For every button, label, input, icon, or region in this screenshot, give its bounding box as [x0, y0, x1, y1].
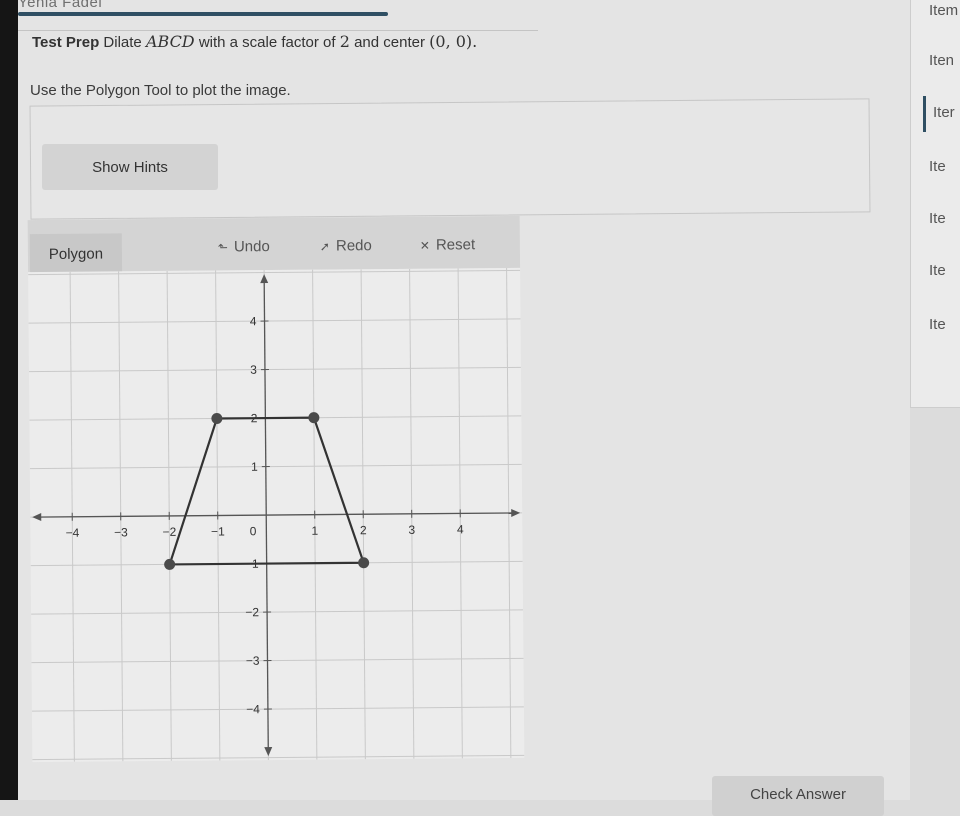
y-axis-arrow-up [260, 274, 268, 283]
check-answer-button[interactable]: Check Answer [712, 776, 884, 816]
grid-line-horizontal [28, 270, 520, 274]
grid-line-horizontal [29, 367, 521, 371]
user-name: Yehia Fadel [18, 0, 102, 11]
y-tick-label: −2 [245, 605, 259, 619]
sidebar-item[interactable]: Iter [933, 104, 955, 121]
x-axis-arrow-left [32, 513, 41, 521]
progress-track [18, 30, 538, 31]
coordinate-grid[interactable]: −4−3−2−11234−4−3−2−112340 [28, 268, 524, 762]
scale-factor: 2 [340, 32, 350, 51]
y-tick-label: 3 [250, 363, 257, 377]
grid-line-horizontal [32, 658, 524, 662]
x-tick-label: −2 [162, 525, 176, 539]
x-axis-arrow-right [511, 509, 520, 517]
y-tick-label: 1 [251, 460, 258, 474]
y-tick-label: −3 [246, 654, 260, 668]
y-tick-label: −4 [246, 702, 260, 716]
undo-label: Undo [234, 238, 270, 255]
sidebar-item[interactable]: Item [929, 2, 958, 19]
reset-button[interactable]: ✕ Reset [420, 236, 475, 253]
polygon-vertex-point [164, 559, 175, 570]
x-axis [34, 513, 514, 517]
polygon-vertex-point [358, 557, 369, 568]
x-tick-label: 3 [408, 523, 415, 537]
graphing-tool: Polygon ⬑ Undo ➚ Redo ✕ Reset −4 −3 −2 −1 1 2 3 4 −… [28, 216, 525, 762]
redo-arrow-icon: ➚ [320, 240, 330, 254]
grid-line-horizontal [31, 610, 523, 614]
x-tick-label: −1 [211, 524, 225, 538]
graph-toolbar: Polygon ⬑ Undo ➚ Redo ✕ Reset [28, 216, 520, 272]
dilation-center: (0, 0) [429, 32, 472, 51]
redo-button[interactable]: ➚ Redo [320, 237, 372, 254]
x-tick-label: −3 [114, 525, 128, 539]
x-tick-label: 1 [311, 524, 318, 538]
origin-label: 0 [250, 524, 257, 538]
instruction-text: Use the Polygon Tool to plot the image. [30, 82, 291, 99]
grid-line-horizontal [30, 464, 522, 468]
question-prefix: Test Prep [32, 34, 99, 51]
sidebar-item[interactable]: Ite [929, 210, 946, 227]
undo-button[interactable]: ⬑ Undo [218, 238, 270, 255]
polygon-vertex-point [211, 413, 222, 424]
x-tick-label: 2 [360, 523, 367, 537]
sidebar-item[interactable]: Iten [929, 52, 954, 69]
x-tick-label: −4 [65, 526, 79, 540]
sidebar-item[interactable]: Ite [929, 158, 946, 175]
close-x-icon: ✕ [420, 239, 430, 253]
item-sidebar: Item Iten Iter Ite Ite Ite Ite [910, 0, 960, 408]
x-tick-label: 4 [457, 522, 464, 536]
figure-name: ABCD [146, 32, 195, 51]
question-text-middle: with a scale factor of [199, 34, 336, 51]
question-period: . [472, 32, 477, 51]
show-hints-button[interactable]: Show Hints [42, 144, 218, 190]
polygon-vertex-point [308, 412, 319, 423]
question-text-after: and center [354, 34, 425, 51]
question-text: Test Prep Dilate ABCD with a scale facto… [32, 32, 477, 51]
reset-label: Reset [436, 236, 475, 253]
redo-label: Redo [336, 237, 372, 254]
sidebar-item[interactable]: Ite [929, 316, 946, 333]
sidebar-item[interactable]: Ite [929, 262, 946, 279]
polygon-tool-button[interactable]: Polygon [30, 233, 122, 274]
question-text-before: Dilate [103, 34, 141, 51]
undo-arrow-icon: ⬑ [218, 240, 228, 254]
grid-line-horizontal [29, 319, 521, 323]
screen-bezel [0, 0, 18, 800]
y-tick-label: 4 [250, 314, 257, 328]
y-axis-arrow-down [264, 747, 272, 756]
progress-bar [18, 12, 388, 16]
grid-line-horizontal [32, 707, 524, 711]
